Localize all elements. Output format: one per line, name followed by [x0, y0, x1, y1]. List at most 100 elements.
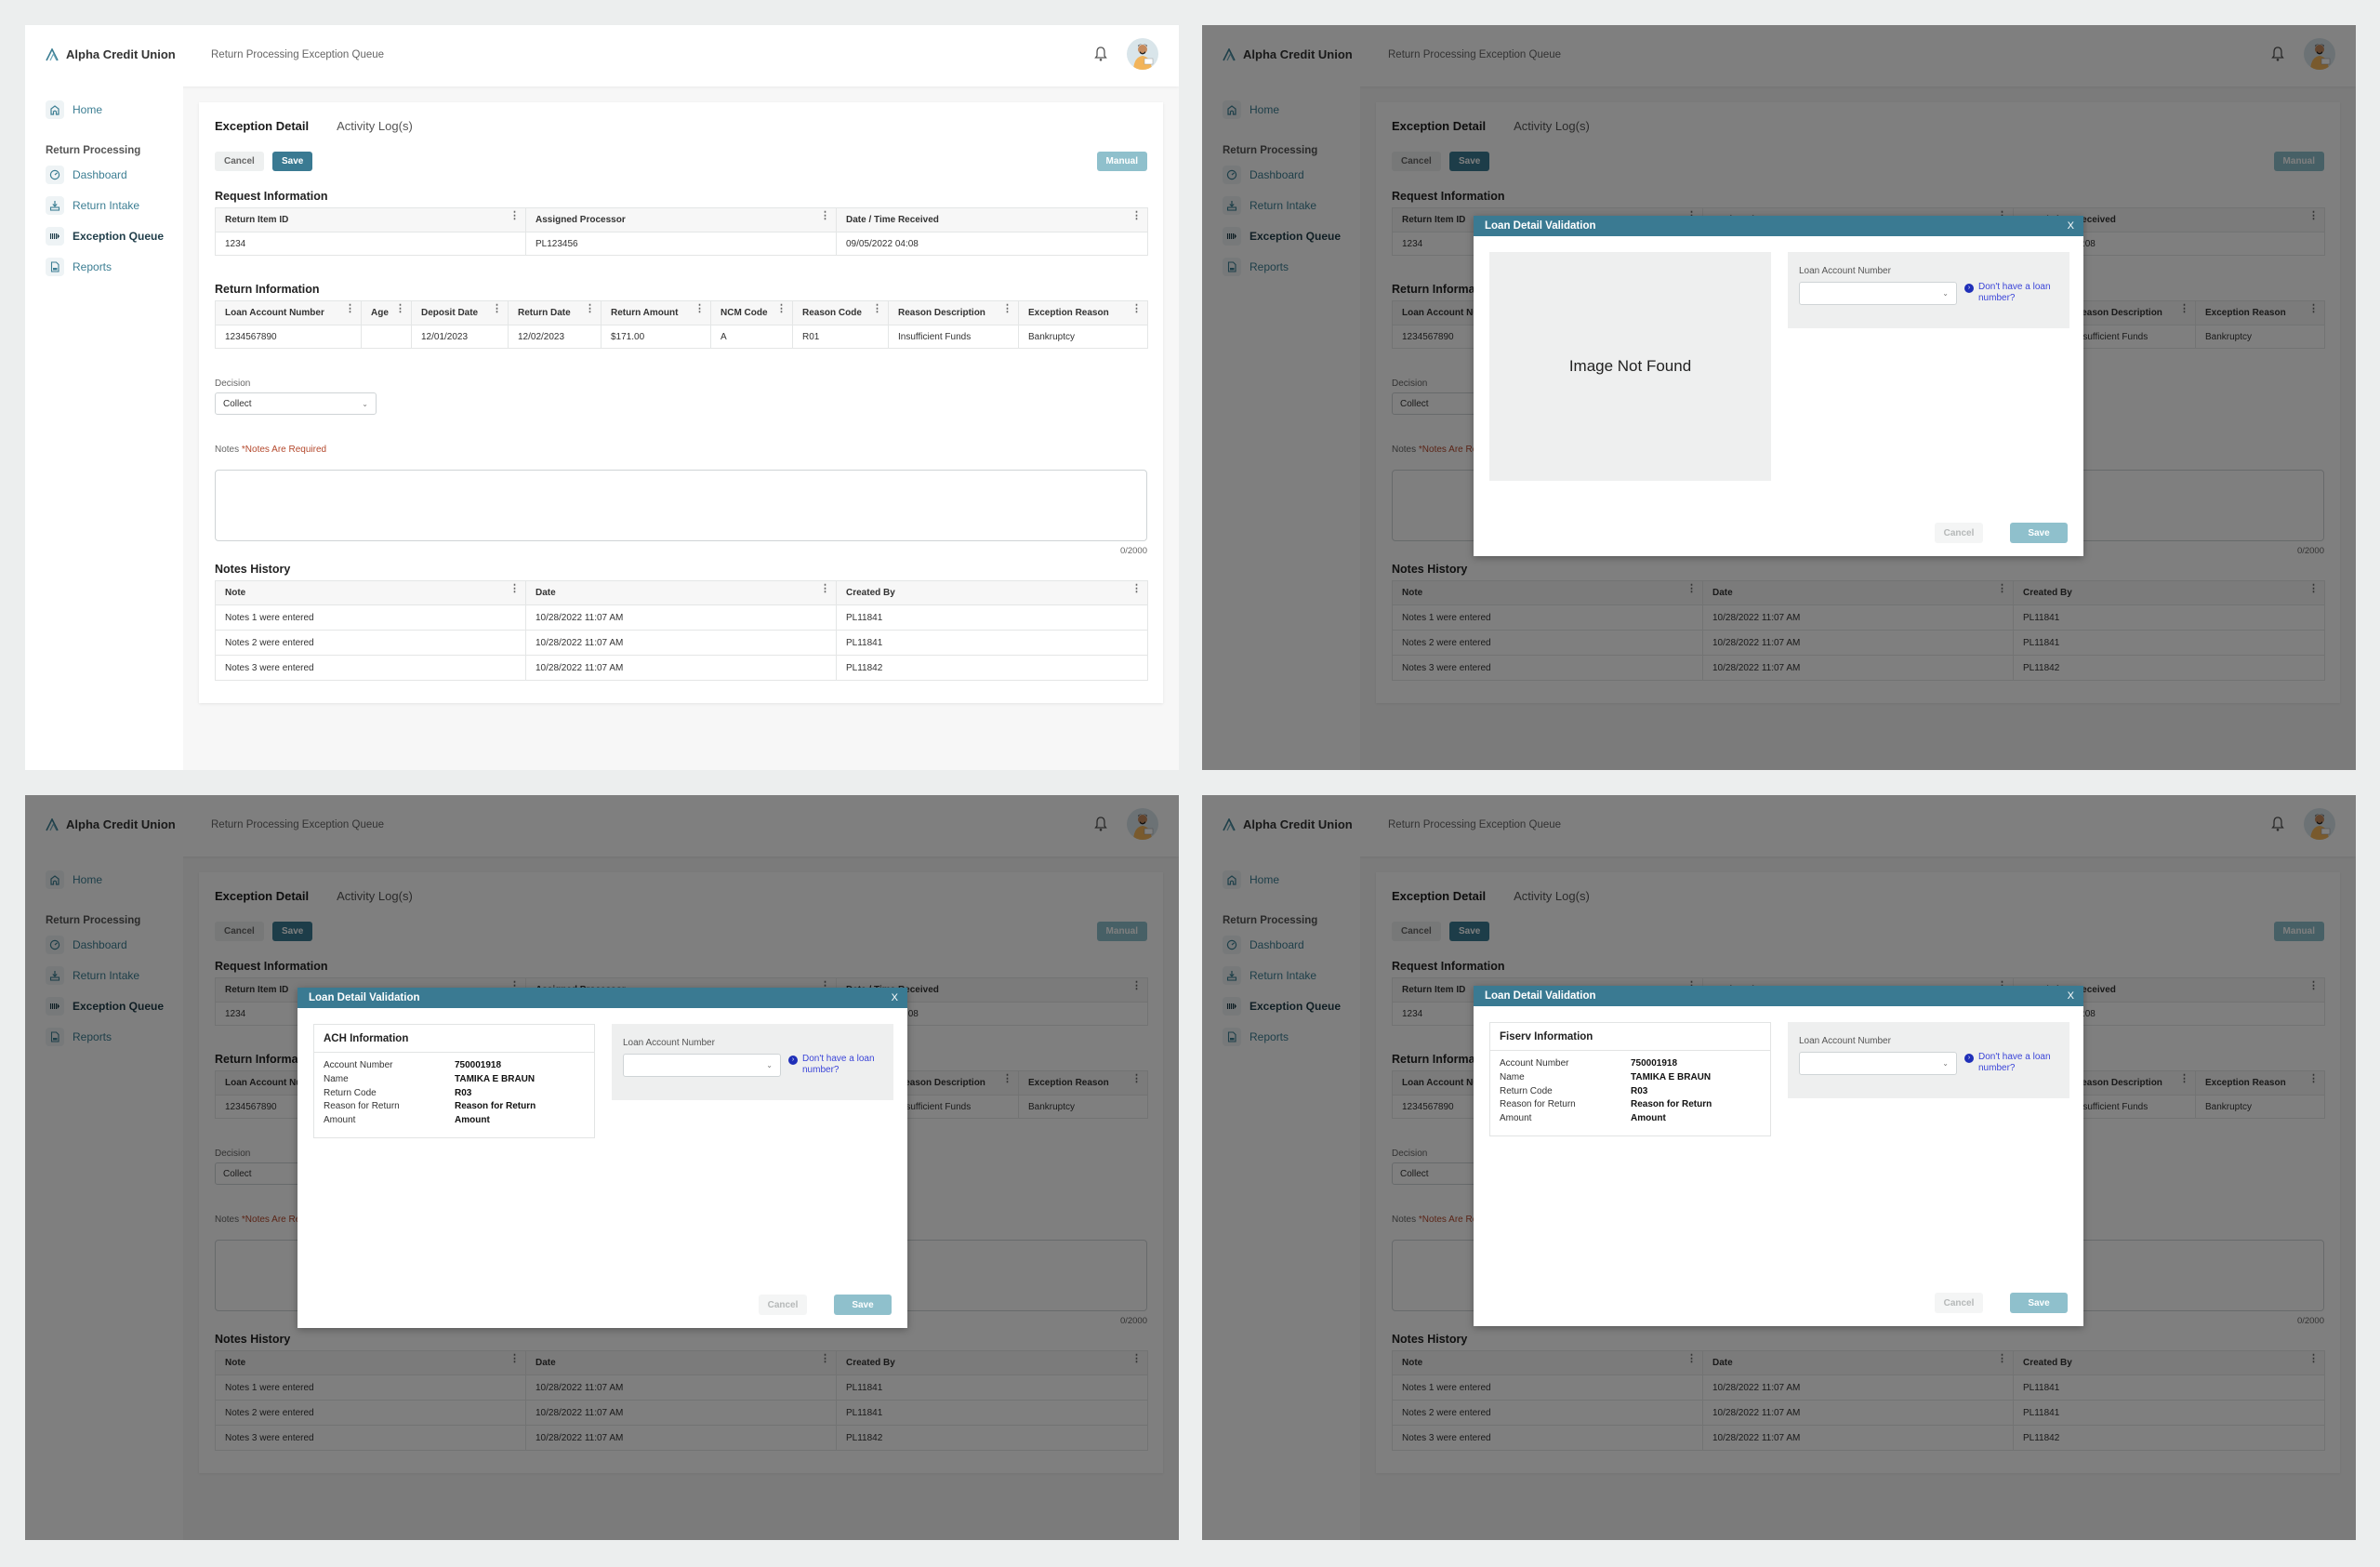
no-loan-number-text[interactable]: Don't have a loan number? — [802, 1054, 891, 1076]
sidebar-item-dashboard[interactable]: Dashboard — [46, 166, 127, 184]
no-loan-number-text[interactable]: Don't have a loan number? — [1978, 282, 2067, 304]
column-header[interactable]: Reason Code⋮ — [792, 300, 889, 325]
column-menu-icon[interactable]: ⋮ — [820, 584, 830, 594]
column-header[interactable]: Deposit Date⋮ — [411, 300, 509, 325]
column-header[interactable]: Created By⋮ — [836, 580, 1148, 605]
table-cell: Insufficient Funds — [888, 325, 1019, 349]
info-row: Name TAMIKA E BRAUN — [1500, 1071, 1761, 1085]
decision-select[interactable]: Collect ⌄ — [215, 392, 377, 415]
no-loan-number-link[interactable]: › Don't have a loan number? — [1964, 1052, 2067, 1074]
sidebar-item-exception-queue[interactable]: Exception Queue — [46, 227, 164, 246]
chevron-down-icon: ⌄ — [766, 1061, 773, 1069]
info-row: Account Number 750001918 — [324, 1059, 585, 1073]
column-menu-icon[interactable]: ⋮ — [1002, 304, 1012, 314]
decision-label: Decision — [215, 378, 251, 389]
column-menu-icon[interactable]: ⋮ — [872, 304, 882, 314]
alpha-logo-icon — [46, 47, 59, 60]
column-header[interactable]: Reason Description⋮ — [888, 300, 1019, 325]
close-icon[interactable]: X — [2068, 220, 2074, 232]
modal-save-button[interactable]: Save — [2010, 523, 2068, 543]
modal-header: Loan Detail Validation X — [1474, 216, 2083, 236]
no-loan-number-link[interactable]: › Don't have a loan number? — [788, 1054, 891, 1076]
loan-account-label: Loan Account Number — [1799, 266, 1891, 276]
column-header[interactable]: Age⋮ — [361, 300, 412, 325]
column-menu-icon[interactable]: ⋮ — [1131, 211, 1142, 221]
no-loan-number-link[interactable]: › Don't have a loan number? — [1964, 282, 2067, 304]
tab-activity-logs[interactable]: Activity Log(s) — [337, 119, 413, 133]
column-menu-icon[interactable]: ⋮ — [585, 304, 595, 314]
sidebar-item-home[interactable]: Home — [46, 100, 102, 119]
download-tray-icon — [46, 196, 64, 215]
cancel-button[interactable]: Cancel — [215, 152, 264, 171]
return-information-title: Return Information — [215, 283, 320, 296]
column-menu-icon[interactable]: ⋮ — [345, 304, 355, 314]
loan-account-select[interactable]: ⌄ — [1799, 1052, 1957, 1075]
notes-history-table: Note⋮ Date⋮ Created By⋮ Notes 1 were ent… — [215, 580, 1148, 681]
return-information-table: Loan Account Number⋮ Age⋮ Deposit Date⋮ … — [215, 300, 1148, 349]
return-item-id-link[interactable]: 1234 — [215, 232, 526, 256]
brand-logo[interactable]: Alpha Credit Union — [46, 47, 176, 61]
modal-save-button[interactable]: Save — [2010, 1293, 2068, 1313]
no-loan-number-text[interactable]: Don't have a loan number? — [1978, 1052, 2067, 1074]
column-header[interactable]: Return Item ID⋮ — [215, 207, 526, 232]
column-header[interactable]: Date / Time Received⋮ — [836, 207, 1148, 232]
save-button[interactable]: Save — [272, 152, 313, 171]
table-cell: PL11841 — [836, 604, 1148, 631]
column-menu-icon[interactable]: ⋮ — [492, 304, 502, 314]
name-value: TAMIKA E BRAUN — [455, 1073, 536, 1084]
column-header[interactable]: Note⋮ — [215, 580, 526, 605]
column-header[interactable]: Return Amount⋮ — [601, 300, 711, 325]
sidebar-item-label: Exception Queue — [73, 230, 165, 243]
table-row: Notes 3 were entered 10/28/2022 11:07 AM… — [215, 655, 1148, 681]
notification-bell-icon[interactable] — [1093, 46, 1108, 62]
table-cell: Notes 3 were entered — [215, 655, 526, 681]
column-menu-icon[interactable]: ⋮ — [395, 304, 405, 314]
sidebar-section-title: Return Processing — [46, 145, 141, 156]
amount-value: Amount — [1631, 1113, 1666, 1124]
table-cell: PL11841 — [836, 630, 1148, 656]
close-icon[interactable]: X — [892, 992, 898, 1003]
notes-history-title: Notes History — [215, 563, 291, 576]
column-header[interactable]: Date⋮ — [525, 580, 837, 605]
modal-save-button[interactable]: Save — [834, 1295, 892, 1315]
modal-cancel-button[interactable]: Cancel — [759, 1295, 807, 1315]
modal-cancel-button[interactable]: Cancel — [1935, 1293, 1983, 1313]
chevron-down-icon: ⌄ — [362, 399, 368, 408]
close-icon[interactable]: X — [2068, 990, 2074, 1002]
modal-cancel-button[interactable]: Cancel — [1935, 523, 1983, 543]
chevron-down-icon: ⌄ — [1942, 289, 1949, 298]
sidebar-item-return-intake[interactable]: Return Intake — [46, 196, 139, 215]
column-header[interactable]: NCM Code⋮ — [710, 300, 793, 325]
column-menu-icon[interactable]: ⋮ — [1131, 584, 1142, 594]
sidebar-item-label: Reports — [73, 260, 112, 273]
loan-account-select[interactable]: ⌄ — [1799, 282, 1957, 305]
amount-value: Amount — [455, 1115, 490, 1126]
column-menu-icon[interactable]: ⋮ — [1131, 304, 1142, 314]
column-header[interactable]: Return Date⋮ — [508, 300, 602, 325]
screen-exception-detail: Alpha Credit Union Return Processing Exc… — [25, 25, 1179, 770]
column-menu-icon[interactable]: ⋮ — [776, 304, 787, 314]
sidebar-item-reports[interactable]: Reports — [46, 258, 112, 276]
table-cell: A — [710, 325, 793, 349]
column-menu-icon[interactable]: ⋮ — [509, 584, 520, 594]
queue-icon — [46, 227, 64, 246]
column-header[interactable]: Loan Account Number⋮ — [215, 300, 362, 325]
column-menu-icon[interactable]: ⋮ — [694, 304, 705, 314]
column-menu-icon[interactable]: ⋮ — [509, 211, 520, 221]
loan-account-select[interactable]: ⌄ — [623, 1054, 781, 1077]
notes-textarea[interactable] — [215, 470, 1147, 541]
column-header[interactable]: Assigned Processor⋮ — [525, 207, 837, 232]
return-code-value: R03 — [455, 1087, 472, 1098]
modal-header: Loan Detail Validation X — [1474, 986, 2083, 1006]
table-cell: Notes 2 were entered — [215, 630, 526, 656]
column-header[interactable]: Exception Reason⋮ — [1018, 300, 1148, 325]
manual-button[interactable]: Manual — [1096, 152, 1147, 171]
info-row: Return Code R03 — [1500, 1085, 1761, 1099]
tab-exception-detail[interactable]: Exception Detail — [215, 119, 309, 133]
info-card-title: Fiserv Information — [1490, 1023, 1770, 1051]
name-value: TAMIKA E BRAUN — [1631, 1071, 1712, 1082]
column-menu-icon[interactable]: ⋮ — [820, 211, 830, 221]
page-title: Return Processing Exception Queue — [211, 49, 385, 60]
user-avatar[interactable] — [1127, 38, 1158, 70]
assigned-processor: PL123456 — [525, 232, 837, 256]
